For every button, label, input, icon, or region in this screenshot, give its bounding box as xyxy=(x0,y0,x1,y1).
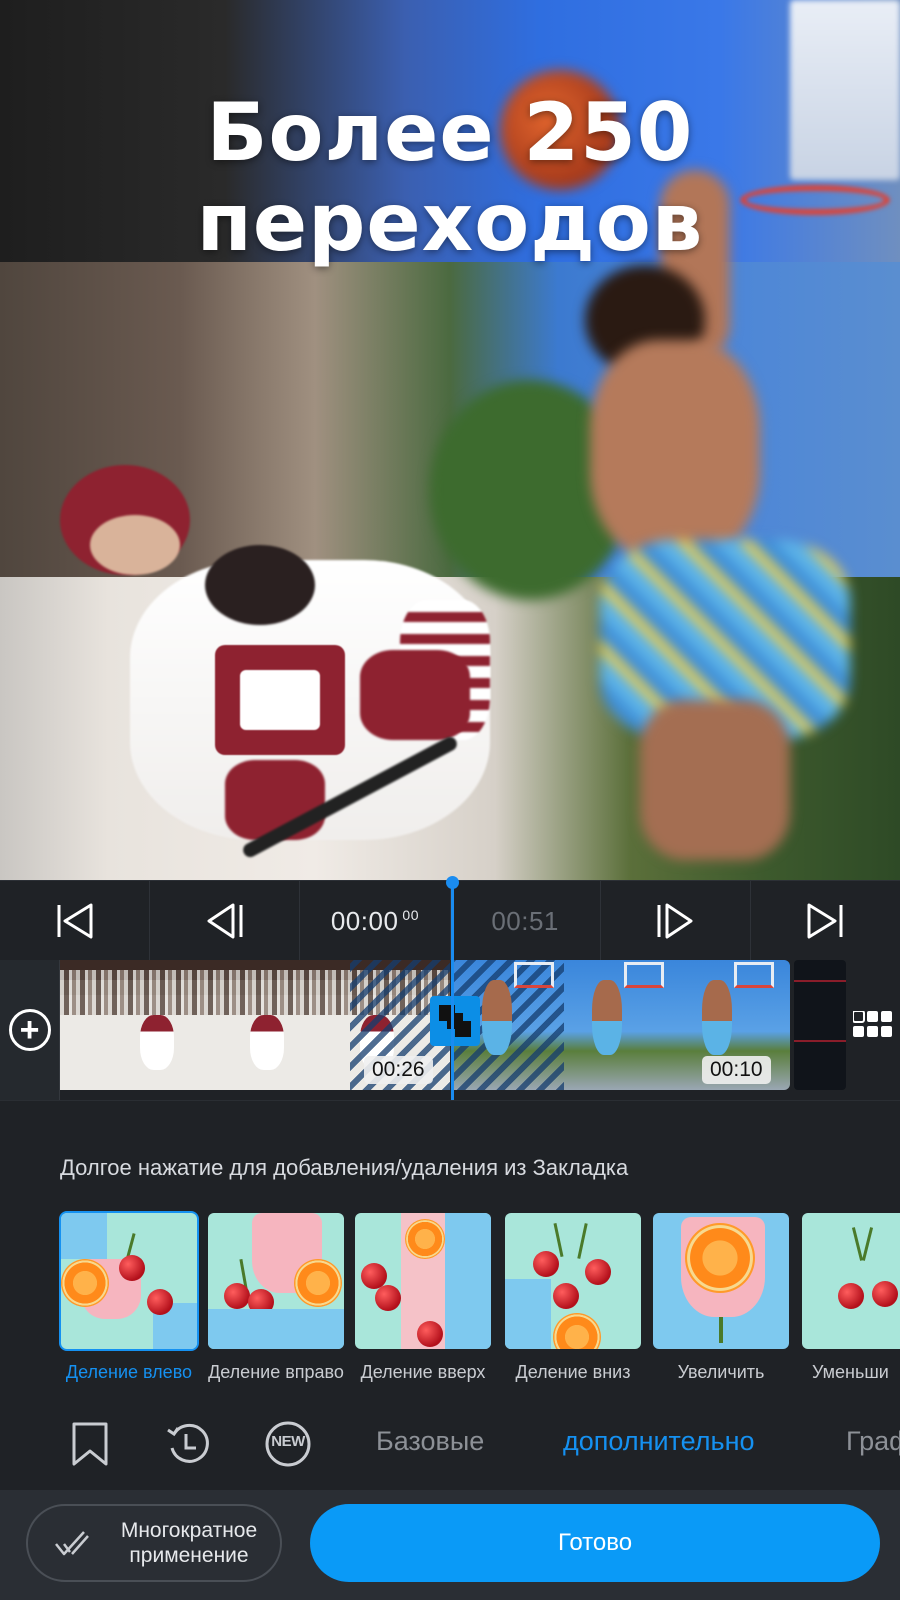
plus-icon: + xyxy=(8,1009,51,1051)
clip-player-figure xyxy=(250,1015,284,1070)
promo-headline: Более 250 переходов xyxy=(0,88,900,268)
next-frame-button[interactable] xyxy=(601,881,751,961)
clip-hoop-figure xyxy=(514,962,554,988)
tab-basic[interactable]: Базовые xyxy=(376,1426,484,1457)
skip-start-icon xyxy=(57,903,93,939)
skip-to-start-button[interactable] xyxy=(0,881,151,961)
transition-thumb-zoom-in[interactable] xyxy=(653,1213,789,1349)
current-time: 00:00 00 xyxy=(330,905,419,936)
clip-jumper-figure xyxy=(702,980,732,1055)
transition-thumb-zoom-out[interactable] xyxy=(802,1213,900,1349)
tab-bookmarks[interactable] xyxy=(62,1416,118,1472)
hockey-face-shape xyxy=(90,515,180,575)
total-time: 00:51 xyxy=(491,905,559,936)
transition-label: Деление вверх xyxy=(360,1362,486,1382)
total-time-cell: 00:51 xyxy=(451,881,601,961)
playback-controls: 00:00 00 00:51 xyxy=(0,880,900,961)
jersey-logo-inner-shape xyxy=(240,670,320,730)
current-time-cell: 00:00 00 xyxy=(300,881,451,961)
transition-marker-button[interactable] xyxy=(430,996,480,1046)
timeline-clip-basketball[interactable]: 00:10 xyxy=(454,960,790,1090)
clip-player-figure xyxy=(140,1015,174,1070)
grid-icon xyxy=(853,1011,892,1037)
prev-frame-button[interactable] xyxy=(150,881,301,961)
bottom-action-bar: Многократное применение Готово xyxy=(0,1490,900,1600)
double-check-icon xyxy=(55,1531,89,1556)
headline-line-2: переходов xyxy=(196,176,704,269)
skip-end-icon xyxy=(807,903,843,939)
tab-history[interactable] xyxy=(160,1416,216,1472)
jumper-legs-shape xyxy=(640,700,790,860)
tab-advanced[interactable]: дополнительно xyxy=(563,1426,755,1457)
transition-thumb-split-down[interactable] xyxy=(505,1213,641,1349)
headline-line-1: Более 250 xyxy=(206,86,694,179)
layout-grid-button[interactable] xyxy=(846,960,900,1090)
current-frames: 00 xyxy=(402,906,419,923)
prev-frame-icon xyxy=(207,903,243,939)
skip-to-end-button[interactable] xyxy=(751,881,900,961)
clip-duration-badge: 00:10 xyxy=(702,1056,771,1084)
transition-label: Деление вправо xyxy=(208,1362,344,1382)
next-frame-icon xyxy=(657,903,693,939)
clip-jumper-figure xyxy=(482,980,512,1055)
transition-thumb-split-right[interactable] xyxy=(208,1213,344,1349)
done-button[interactable]: Готово xyxy=(310,1504,880,1582)
add-clip-button[interactable]: + xyxy=(0,960,60,1100)
multi-apply-label: Многократное применение xyxy=(120,1519,258,1567)
clip-hoop-figure xyxy=(734,962,774,988)
transition-label: Увеличить xyxy=(677,1362,765,1382)
multi-apply-button[interactable]: Многократное применение xyxy=(26,1504,282,1582)
timeline-clip-hockey[interactable]: 00:26 xyxy=(60,960,450,1090)
transition-icon xyxy=(439,1005,471,1037)
clip-jumper-figure xyxy=(592,980,622,1055)
playhead[interactable] xyxy=(451,882,454,1104)
timeline-clip-next[interactable] xyxy=(794,960,846,1090)
hockey-helmet-2-shape xyxy=(205,545,315,625)
jumper-body-shape xyxy=(590,340,760,560)
hockey-glove-shape xyxy=(360,650,470,740)
tab-new[interactable]: NEW xyxy=(260,1416,316,1472)
tab-graphic[interactable]: Графи xyxy=(846,1426,900,1457)
timeline[interactable]: + 00:26 00:10 xyxy=(0,960,900,1100)
clip-duration-badge: 00:26 xyxy=(364,1056,433,1084)
video-preview[interactable]: Более 250 переходов xyxy=(0,0,900,880)
transition-label: Уменьши xyxy=(812,1362,889,1382)
transition-thumb-split-left[interactable] xyxy=(59,1211,199,1351)
new-badge-text: NEW xyxy=(271,1433,305,1450)
transition-label: Деление влево xyxy=(65,1362,193,1382)
history-icon xyxy=(167,1423,209,1463)
transition-thumb-split-up[interactable] xyxy=(355,1213,491,1349)
transition-label: Деление вниз xyxy=(515,1362,631,1382)
bookmark-icon xyxy=(72,1422,108,1466)
bookmark-hint: Долгое нажатие для добавления/удаления и… xyxy=(60,1155,629,1180)
clip-hoop-figure xyxy=(624,962,664,988)
transition-category-tabs: NEW Базовые дополнительно Графи xyxy=(0,1410,900,1480)
playhead-handle[interactable] xyxy=(446,876,459,889)
